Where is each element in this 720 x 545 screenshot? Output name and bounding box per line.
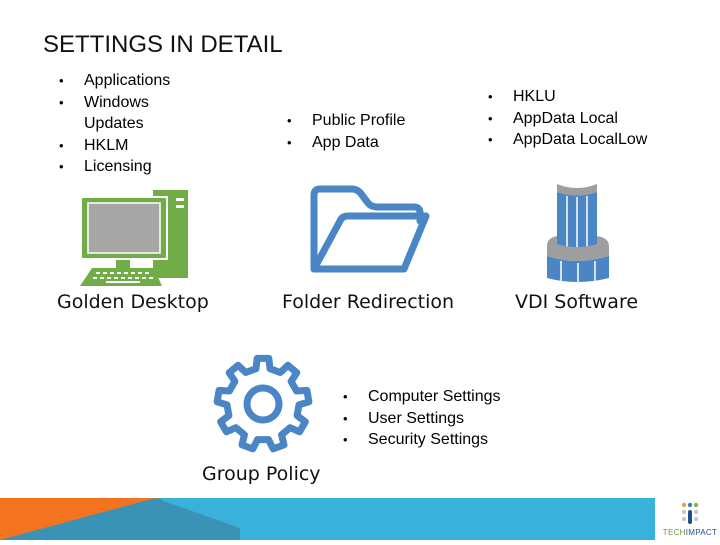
golden-desktop-caption: Golden Desktop: [57, 291, 209, 313]
bullet-item: User Settings: [339, 408, 519, 430]
bullet-item: AppData LocalLow: [484, 129, 714, 151]
vdi-software-bullets: HKLU AppData Local AppData LocalLow: [484, 86, 714, 151]
group-policy-bullets: Computer Settings User Settings Security…: [339, 386, 519, 451]
golden-desktop-bullets: Applications Windows Updates HKLM Licens…: [55, 70, 205, 178]
slide-title: SETTINGS IN DETAIL: [43, 31, 283, 58]
bullet-item: Licensing: [55, 156, 205, 178]
footer-band: [0, 498, 720, 540]
group-policy-caption: Group Policy: [202, 463, 321, 485]
bullet-item: Applications: [55, 70, 205, 92]
vdi-tower-icon: [545, 182, 611, 284]
folder-open-icon: [308, 183, 436, 275]
gear-hub: [243, 384, 283, 424]
folder-redirection-caption: Folder Redirection: [282, 291, 455, 313]
gear-outline: [213, 354, 313, 453]
bullet-item: AppData Local: [484, 108, 714, 130]
folder-redirection-bullets: Public Profile App Data: [283, 110, 483, 153]
logo-text-tech: TECH: [662, 528, 686, 537]
vdi-software-caption: VDI Software: [515, 291, 639, 313]
gear-icon: [208, 352, 318, 462]
bullet-item: HKLU: [484, 86, 714, 108]
bullet-item: Public Profile: [283, 110, 483, 132]
bullet-item: Security Settings: [339, 429, 519, 451]
bullet-item: HKLM: [55, 135, 205, 157]
bullet-item: Windows Updates: [55, 92, 205, 135]
desktop-computer-icon: [78, 188, 194, 288]
logo-text-impact: IMPACT: [685, 528, 718, 537]
techimpact-logo: TECHIMPACT: [662, 502, 718, 538]
bullet-item: App Data: [283, 132, 483, 154]
bullet-item: Computer Settings: [339, 386, 519, 408]
